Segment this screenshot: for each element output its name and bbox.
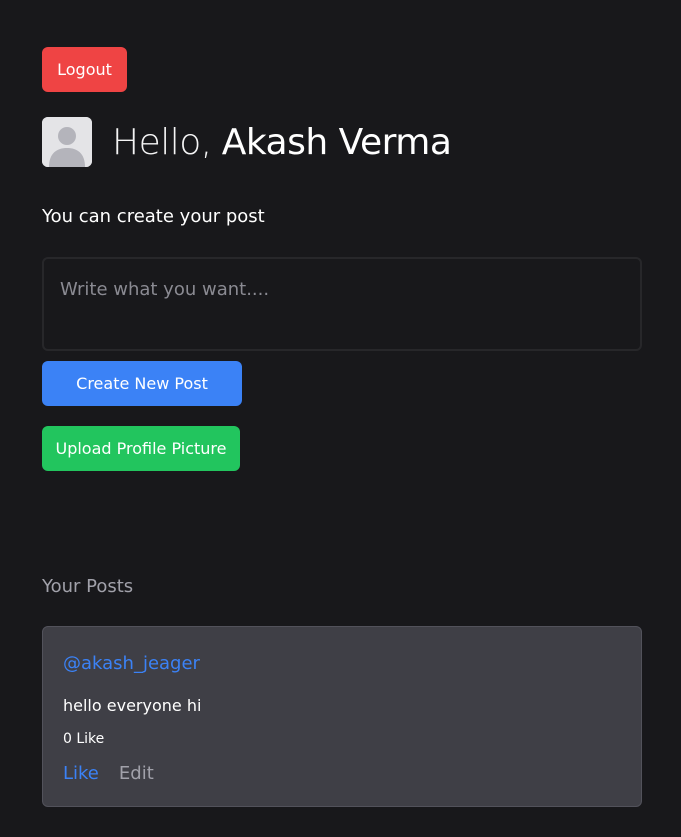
post-username: @akash_jeager: [63, 653, 200, 674]
like-link[interactable]: Like: [63, 763, 99, 784]
post-like-count: 0 Like: [63, 731, 105, 747]
your-posts-heading: Your Posts: [42, 576, 134, 597]
upload-profile-picture-button[interactable]: Upload Profile Picture: [42, 426, 240, 471]
user-silhouette-icon: [42, 117, 92, 167]
post-actions: Like Edit: [63, 763, 154, 784]
avatar: [42, 117, 92, 167]
create-post-button[interactable]: Create New Post: [42, 361, 242, 406]
post-content-input[interactable]: [42, 257, 642, 351]
greeting-prefix: Hello,: [112, 121, 212, 163]
create-post-caption: You can create your post: [42, 206, 265, 227]
user-name: Akash Verma: [221, 121, 452, 163]
edit-link[interactable]: Edit: [119, 763, 154, 784]
page-title: Hello, Akash Verma: [112, 118, 452, 166]
logout-button[interactable]: Logout: [42, 47, 127, 92]
post-content: hello everyone hi: [63, 696, 202, 715]
post-card: @akash_jeager hello everyone hi 0 Like L…: [42, 626, 642, 807]
